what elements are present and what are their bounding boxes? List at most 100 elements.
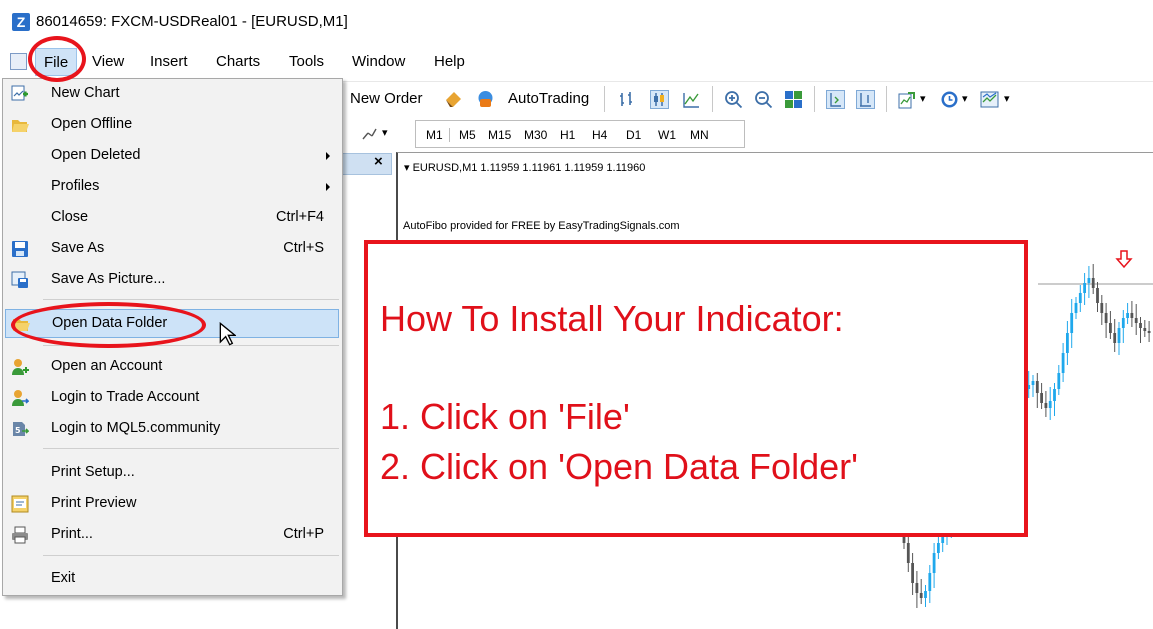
timeframe-m30[interactable]: M30 bbox=[524, 128, 547, 142]
chevron-down-icon[interactable]: ▾ bbox=[382, 122, 388, 144]
candle-body bbox=[1070, 313, 1074, 333]
print-preview-icon bbox=[11, 495, 29, 513]
candle-body bbox=[915, 583, 919, 593]
toolbar-separator bbox=[886, 86, 887, 112]
title-bar: Z 86014659: FXCM-USDReal01 - [EURUSD,M1] bbox=[0, 0, 1153, 44]
menu-item-open-account[interactable]: Open an Account bbox=[3, 354, 342, 380]
timeframe-h1[interactable]: H1 bbox=[560, 128, 575, 142]
submenu-arrow-icon bbox=[326, 183, 330, 191]
instruction-step-1: 1. Click on 'File' bbox=[380, 396, 630, 437]
menu-view[interactable]: View bbox=[92, 53, 124, 70]
candle-body bbox=[1040, 393, 1043, 403]
candlestick-chart-icon[interactable] bbox=[650, 90, 669, 109]
menu-item-save-as[interactable]: Save As Ctrl+S bbox=[3, 236, 342, 262]
metaeditor-icon[interactable] bbox=[444, 90, 463, 109]
line-studies-icon[interactable] bbox=[360, 125, 378, 143]
timeframe-buttons: M1 M5 M15 M30 H1 H4 D1 W1 MN bbox=[415, 120, 745, 148]
new-chart-icon bbox=[11, 85, 28, 101]
menu-help[interactable]: Help bbox=[434, 53, 465, 70]
candle-body bbox=[1057, 373, 1061, 389]
timeframe-m1[interactable]: M1 bbox=[426, 128, 450, 142]
timeframe-w1[interactable]: W1 bbox=[658, 128, 676, 142]
line-chart-icon[interactable] bbox=[682, 90, 701, 109]
chart-symbol-text: EURUSD,M1 1.11959 1.11961 1.11959 1.1196… bbox=[412, 162, 646, 174]
chart-note: AutoFibo provided for FREE by EasyTradin… bbox=[403, 220, 680, 232]
autotrading-button[interactable]: AutoTrading bbox=[508, 88, 589, 110]
menu-separator bbox=[43, 448, 339, 449]
candle-body bbox=[1121, 318, 1125, 328]
menu-item-open-deleted[interactable]: Open Deleted bbox=[3, 143, 342, 169]
candle-body bbox=[1074, 303, 1078, 313]
chevron-down-icon[interactable]: ▾ bbox=[1004, 88, 1010, 110]
menu-item-label: Profiles bbox=[51, 178, 100, 194]
menu-charts[interactable]: Charts bbox=[216, 53, 260, 70]
menu-item-label: Save As Picture... bbox=[51, 271, 166, 287]
chart-shift-icon[interactable] bbox=[826, 90, 845, 109]
tile-windows-icon[interactable] bbox=[784, 90, 803, 109]
zoom-in-icon[interactable] bbox=[724, 90, 743, 109]
printer-icon bbox=[12, 526, 28, 544]
chevron-down-icon[interactable]: ▾ bbox=[920, 88, 926, 110]
save-icon bbox=[12, 241, 28, 257]
menu-item-exit[interactable]: Exit bbox=[3, 566, 342, 592]
menu-item-print[interactable]: Print... Ctrl+P bbox=[3, 522, 342, 548]
submenu-arrow-icon bbox=[326, 152, 330, 160]
main-toolbar: New Order AutoTrading ▾ ▾ ▾ bbox=[340, 81, 1153, 115]
menu-item-label: Print... bbox=[51, 526, 93, 542]
mdi-window-icon[interactable] bbox=[10, 53, 27, 70]
menu-item-label: Open Offline bbox=[51, 116, 133, 132]
candle-body bbox=[919, 593, 923, 598]
candle-body bbox=[906, 543, 910, 563]
menu-item-login-trade-account[interactable]: Login to Trade Account bbox=[3, 385, 342, 411]
timeframe-h4[interactable]: H4 bbox=[592, 128, 607, 142]
new-order-button[interactable]: New Order bbox=[350, 88, 423, 110]
app-icon: Z bbox=[12, 13, 30, 31]
candle-body bbox=[1113, 333, 1117, 343]
periods-clock-icon[interactable] bbox=[940, 90, 959, 109]
candle-body bbox=[1031, 381, 1035, 385]
candle-body bbox=[1147, 331, 1151, 333]
menu-item-label: Exit bbox=[51, 570, 76, 586]
zoom-out-icon[interactable] bbox=[754, 90, 773, 109]
timeframe-d1[interactable]: D1 bbox=[626, 128, 641, 142]
close-icon[interactable]: × bbox=[374, 153, 383, 170]
menu-item-login-mql5[interactable]: 5 Login to MQL5.community bbox=[3, 416, 342, 442]
menu-item-save-as-picture[interactable]: Save As Picture... bbox=[3, 267, 342, 293]
menu-item-close[interactable]: Close Ctrl+F4 bbox=[3, 205, 342, 231]
candle-body bbox=[1104, 313, 1108, 323]
candle-body bbox=[1066, 333, 1069, 353]
menu-tools[interactable]: Tools bbox=[289, 53, 324, 70]
timeframe-m15[interactable]: M15 bbox=[488, 128, 511, 142]
menu-item-open-offline[interactable]: Open Offline bbox=[3, 112, 342, 138]
menu-item-profiles[interactable]: Profiles bbox=[3, 174, 342, 200]
menu-item-label: Open Deleted bbox=[51, 147, 141, 163]
chart-symbol-info: ▾ EURUSD,M1 1.11959 1.11961 1.11959 1.11… bbox=[404, 162, 646, 174]
save-picture-icon bbox=[11, 271, 28, 288]
candle-body bbox=[1087, 278, 1091, 283]
menu-window[interactable]: Window bbox=[352, 53, 405, 70]
candle-body bbox=[1109, 323, 1112, 333]
templates-icon[interactable] bbox=[980, 90, 999, 109]
open-folder-icon bbox=[12, 120, 29, 132]
menu-item-print-setup[interactable]: Print Setup... bbox=[3, 460, 342, 486]
menu-separator bbox=[43, 555, 339, 556]
indicators-icon[interactable] bbox=[898, 90, 917, 109]
autoscroll-icon[interactable] bbox=[856, 90, 875, 109]
menu-item-print-preview[interactable]: Print Preview bbox=[3, 491, 342, 517]
timeframe-toolbar: ▾ M1 M5 M15 M30 H1 H4 D1 W1 MN bbox=[340, 117, 760, 151]
bar-chart-icon[interactable] bbox=[618, 90, 637, 109]
candle-body bbox=[1035, 381, 1039, 393]
menu-item-new-chart[interactable]: New Chart bbox=[3, 81, 342, 107]
timeframe-m5[interactable]: M5 bbox=[459, 128, 476, 142]
candle-body bbox=[1117, 328, 1121, 343]
chevron-down-icon[interactable]: ▾ bbox=[962, 88, 968, 110]
instruction-heading: How To Install Your Indicator: bbox=[380, 298, 844, 339]
timeframe-mn[interactable]: MN bbox=[690, 128, 709, 142]
navigator-header bbox=[336, 153, 392, 175]
autotrading-icon[interactable] bbox=[476, 90, 495, 109]
account-add-icon bbox=[12, 359, 29, 375]
candle-body bbox=[1078, 293, 1082, 303]
menu-insert[interactable]: Insert bbox=[150, 53, 188, 70]
candle-body bbox=[1044, 403, 1048, 408]
instruction-box: How To Install Your Indicator: 1. Click … bbox=[364, 240, 1028, 537]
